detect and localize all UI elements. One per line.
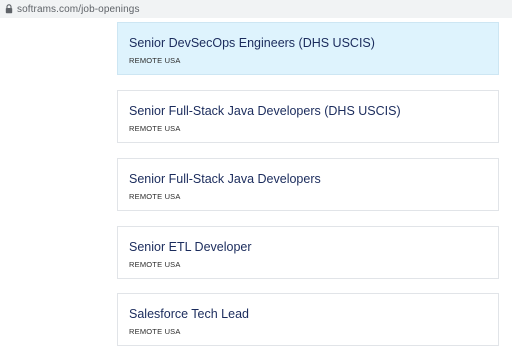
job-card[interactable]: Senior DevSecOps Engineers (DHS USCIS) R… [117,22,499,75]
job-title[interactable]: Senior ETL Developer [129,240,252,254]
job-location: REMOTE USA [129,192,181,201]
job-card[interactable]: Salesforce Tech Lead REMOTE USA [117,293,499,346]
job-card[interactable]: Senior Full-Stack Java Developers REMOTE… [117,158,499,211]
job-title[interactable]: Senior Full-Stack Java Developers (DHS U… [129,104,401,118]
job-title[interactable]: Senior DevSecOps Engineers (DHS USCIS) [129,36,375,50]
job-title[interactable]: Senior Full-Stack Java Developers [129,172,321,186]
url-text[interactable]: softrams.com/job-openings [17,4,140,15]
job-location: REMOTE USA [129,260,181,269]
address-bar[interactable]: softrams.com/job-openings [0,0,512,18]
job-card[interactable]: Senior Full-Stack Java Developers (DHS U… [117,90,499,143]
job-location: REMOTE USA [129,327,181,336]
job-location: REMOTE USA [129,124,181,133]
lock-icon[interactable] [4,4,13,15]
job-location: REMOTE USA [129,56,181,65]
job-title[interactable]: Salesforce Tech Lead [129,307,249,321]
job-card[interactable]: Senior ETL Developer REMOTE USA [117,226,499,279]
